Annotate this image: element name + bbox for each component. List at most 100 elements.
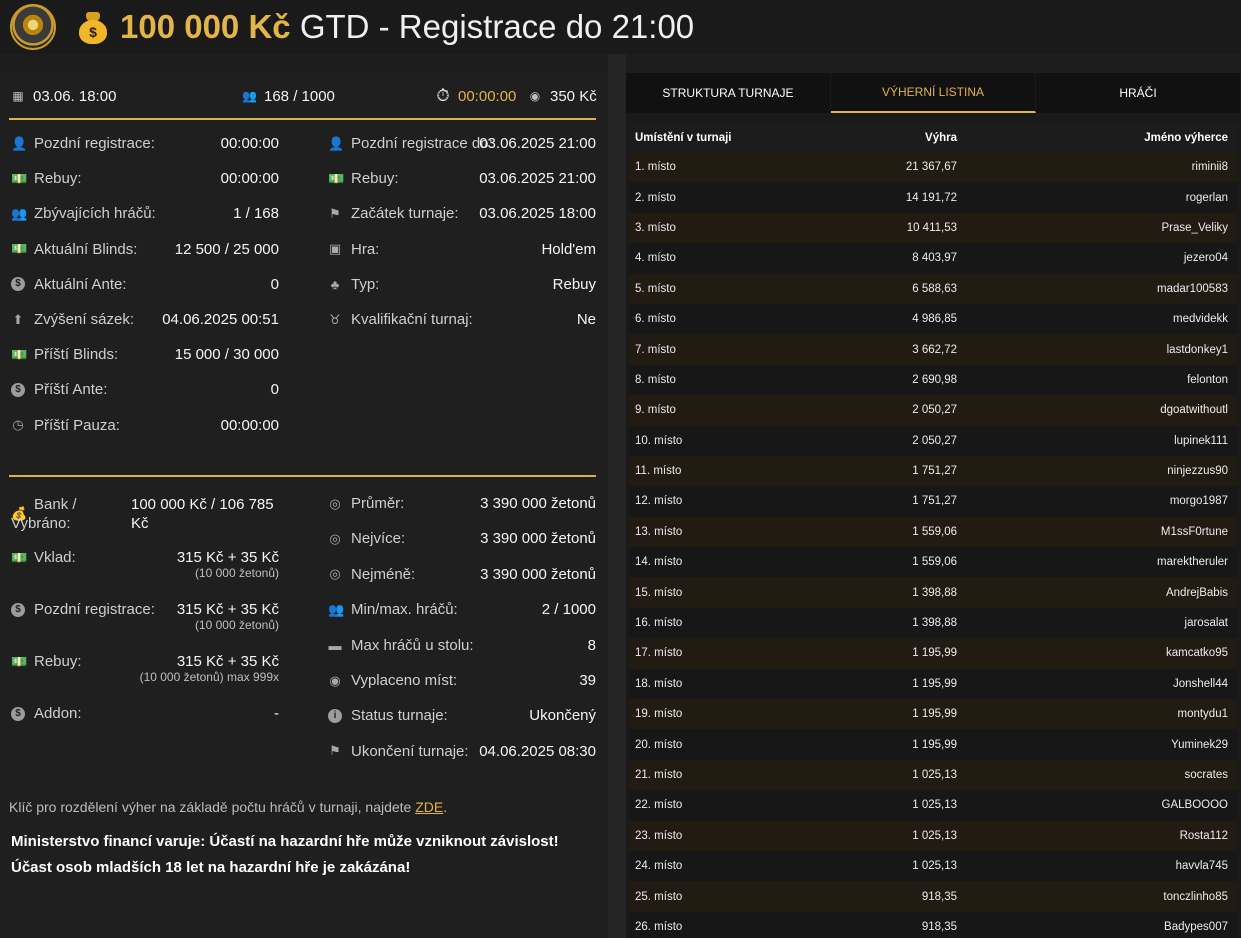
winner-cell: Yuminek29 bbox=[957, 729, 1238, 760]
info-label: $ Pozdní registrace: bbox=[11, 601, 155, 618]
money-icon: 💵 bbox=[11, 653, 28, 669]
winner-cell: Rosta112 bbox=[957, 820, 1238, 851]
info-label: 💵 Aktuální Blinds: bbox=[11, 240, 138, 258]
info-label: ◉ Vyplaceno míst: bbox=[329, 672, 458, 689]
divider bbox=[9, 118, 596, 120]
table-row: 24. místo 1 025,13 havvla745 bbox=[629, 850, 1238, 882]
trophy-logo-icon bbox=[10, 4, 56, 50]
tab-payout-list[interactable]: VÝHERNÍ LISTINA bbox=[831, 73, 1036, 113]
tab-players[interactable]: HRÁČI bbox=[1036, 73, 1241, 113]
flag-icon: ⚑ bbox=[329, 743, 341, 759]
prize-cell: 1 025,13 bbox=[829, 850, 957, 882]
prize-cell: 1 559,06 bbox=[829, 516, 957, 548]
info-label: ⚑ Začátek turnaje: bbox=[329, 205, 459, 223]
info-row: ◷ Příští Pauza: 00:00:00 bbox=[11, 417, 279, 434]
prize-cell: 1 398,88 bbox=[829, 607, 957, 639]
chip-icon: ◎ bbox=[329, 566, 341, 582]
tournament-summary-bar: ▦ 03.06. 18:00 👥 168 / 1000 ⏱ 00:00:00 ◉… bbox=[0, 73, 608, 119]
table-row: 14. místo 1 559,06 marektheruler bbox=[629, 547, 1238, 578]
prize-cell: 14 191,72 bbox=[829, 182, 957, 213]
place-cell: 14. místo bbox=[629, 547, 829, 578]
payout-icon: ◉ bbox=[329, 672, 341, 688]
info-row: 👤 Pozdní registrace do: 03.06.2025 21:00 bbox=[328, 135, 596, 152]
info-label: 👤 Pozdní registrace: bbox=[11, 135, 155, 152]
col-header-winner: Jméno výherce bbox=[957, 124, 1238, 152]
tournament-info-panel: ▦ 03.06. 18:00 👥 168 / 1000 ⏱ 00:00:00 ◉… bbox=[0, 73, 608, 938]
table-row: 17. místo 1 195,99 kamcatko95 bbox=[629, 638, 1238, 669]
col-header-prize: Výhra bbox=[829, 124, 957, 152]
info-row: 👥 Min/max. hráčů: 2 / 1000 bbox=[328, 601, 596, 618]
info-row: 💵 Rebuy: 00:00:00 bbox=[11, 170, 279, 187]
payout-key-link[interactable]: ZDE bbox=[415, 799, 443, 815]
place-cell: 1. místo bbox=[629, 152, 829, 183]
timer: ⏱ 00:00:00 bbox=[436, 86, 517, 105]
table-row: 26. místo 918,35 Badypes007 bbox=[629, 911, 1238, 938]
table-row: 3. místo 10 411,53 Prase_Veliky bbox=[629, 212, 1238, 244]
flag-icon: ⚑ bbox=[329, 205, 341, 221]
prize-cell: 21 367,67 bbox=[829, 152, 957, 183]
info-value: 03.06.2025 21:00 bbox=[479, 135, 596, 152]
place-cell: 15. místo bbox=[629, 577, 829, 608]
place-cell: 20. místo bbox=[629, 729, 829, 760]
prize-cell: 1 559,06 bbox=[829, 547, 957, 578]
payout-panel: STRUKTURA TURNAJE VÝHERNÍ LISTINA HRÁČI … bbox=[626, 73, 1241, 938]
info-label: ♉ Kvalifikační turnaj: bbox=[329, 311, 473, 328]
winner-cell: riminii8 bbox=[957, 152, 1238, 183]
prize-cell: 10 411,53 bbox=[829, 212, 957, 244]
table-row: 8. místo 2 690,98 felonton bbox=[629, 364, 1238, 396]
money-icon: 💵 bbox=[11, 549, 28, 565]
prize-cell: 2 690,98 bbox=[829, 364, 957, 396]
info-row: 💰 Bank / Vybráno: 100 000 Kč / 106 785 Kč bbox=[11, 495, 279, 533]
info-row: 💵 Vklad: 315 Kč + 35 Kč (10 000 žetonů) bbox=[11, 549, 279, 580]
coin-icon: $ bbox=[11, 382, 25, 397]
place-cell: 24. místo bbox=[629, 850, 829, 882]
clover-icon: ♣ bbox=[330, 276, 340, 292]
info-label: ⬆ Zvýšení sázek: bbox=[12, 311, 135, 328]
medal-icon: ♉ bbox=[329, 311, 341, 327]
info-icon: i bbox=[328, 708, 342, 723]
prize-cell: 1 398,88 bbox=[829, 577, 957, 608]
money-icon: 💵 bbox=[328, 170, 345, 186]
gambling-warning: Ministerstvo financí varuje: Účastí na h… bbox=[11, 833, 559, 876]
users-icon: 👥 bbox=[242, 89, 257, 103]
prize-cell: 1 751,27 bbox=[829, 455, 957, 487]
prize-cell: 6 588,63 bbox=[829, 273, 957, 304]
info-row: $ Pozdní registrace: 315 Kč + 35 Kč (10 000… bbox=[11, 601, 279, 632]
table-row: 13. místo 1 559,06 M1ssF0rtune bbox=[629, 516, 1238, 548]
prize-cell: 1 751,27 bbox=[829, 486, 957, 517]
calendar-icon: ▦ bbox=[12, 89, 24, 103]
title-text: GTD - Registrace do 21:00 bbox=[299, 8, 695, 45]
table-row: 6. místo 4 986,85 medvidekk bbox=[629, 303, 1238, 335]
table-row: 5. místo 6 588,63 madar100583 bbox=[629, 273, 1238, 304]
prize-cell: 3 662,72 bbox=[829, 334, 957, 365]
info-label: 💵 Rebuy: bbox=[11, 653, 82, 670]
table-row: 20. místo 1 195,99 Yuminek29 bbox=[629, 729, 1238, 760]
info-row: ◎ Nejméně: 3 390 000 žetonů bbox=[328, 566, 596, 583]
table-row: 19. místo 1 195,99 montydu1 bbox=[629, 699, 1238, 730]
money-stack-icon: ◉ bbox=[529, 89, 541, 103]
place-cell: 9. místo bbox=[629, 395, 829, 426]
info-label: ◷ Příští Pauza: bbox=[12, 416, 120, 434]
info-label: ▣ Hra: bbox=[328, 240, 380, 258]
tab-structure[interactable]: STRUKTURA TURNAJE bbox=[626, 73, 831, 113]
table-row: 10. místo 2 050,27 lupinek111 bbox=[629, 425, 1238, 456]
info-row: $ Aktuální Ante: 0 bbox=[11, 276, 279, 293]
info-label: 💵 Příští Blinds: bbox=[11, 346, 119, 364]
info-value: 1 / 168 bbox=[233, 205, 279, 223]
place-cell: 23. místo bbox=[629, 820, 829, 851]
info-value: 00:00:00 bbox=[220, 135, 279, 152]
cards-icon: ▣ bbox=[328, 241, 342, 257]
table-row: 12. místo 1 751,27 morgo1987 bbox=[629, 486, 1238, 517]
arrow-up-icon: ⬆ bbox=[12, 311, 24, 327]
place-cell: 11. místo bbox=[629, 455, 829, 487]
info-label: 👤 Pozdní registrace do: bbox=[328, 135, 493, 152]
place-cell: 5. místo bbox=[629, 273, 829, 304]
place-cell: 2. místo bbox=[629, 182, 829, 213]
table-row: 11. místo 1 751,27 ninjezzus90 bbox=[629, 455, 1238, 487]
info-row: ▣ Hra: Hold'em bbox=[328, 241, 596, 258]
page-title: 100 000 Kč GTD - Registrace do 21:00 bbox=[120, 8, 694, 46]
info-row: i Status turnaje: Ukončený bbox=[328, 707, 596, 724]
place-cell: 10. místo bbox=[629, 425, 829, 456]
place-cell: 8. místo bbox=[629, 364, 829, 396]
info-label: 💰 Bank / Vybráno: bbox=[11, 496, 77, 532]
